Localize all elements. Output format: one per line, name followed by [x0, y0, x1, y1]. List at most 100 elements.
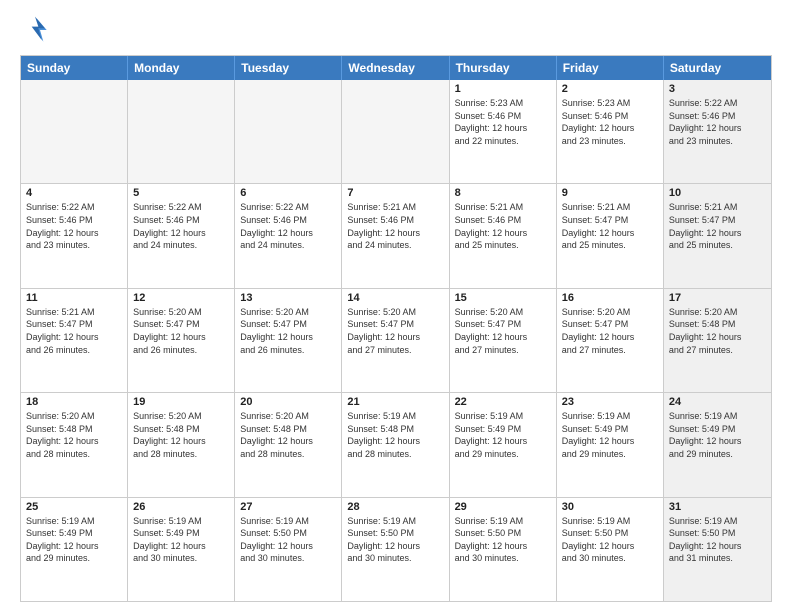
calendar-cell: 10Sunrise: 5:21 AM Sunset: 5:47 PM Dayli… [664, 184, 771, 287]
day-number: 18 [26, 396, 122, 408]
weekday-header: Friday [557, 56, 664, 80]
calendar-cell: 7 Sunrise: 5:21 AM Sunset: 5:46 PM Daylig… [342, 184, 449, 287]
calendar-cell: 3 Sunrise: 5:22 AM Sunset: 5:46 PM Daylig… [664, 80, 771, 183]
calendar-cell [128, 80, 235, 183]
cell-details: Sunrise: 5:20 AM Sunset: 5:47 PM Dayligh… [347, 306, 443, 356]
cell-details: Sunrise: 5:20 AM Sunset: 5:48 PM Dayligh… [240, 410, 336, 460]
weekday-header: Wednesday [342, 56, 449, 80]
cell-details: Sunrise: 5:20 AM Sunset: 5:47 PM Dayligh… [133, 306, 229, 356]
day-number: 3 [669, 83, 766, 95]
cell-details: Sunrise: 5:19 AM Sunset: 5:49 PM Dayligh… [669, 410, 766, 460]
day-number: 27 [240, 501, 336, 513]
cell-details: Sunrise: 5:23 AM Sunset: 5:46 PM Dayligh… [455, 97, 551, 147]
calendar-row: 11Sunrise: 5:21 AM Sunset: 5:47 PM Dayli… [21, 289, 771, 393]
logo [20, 15, 54, 45]
calendar-cell: 25 Sunrise: 5:19 AM Sunset: 5:49 PM Dayli… [21, 498, 128, 601]
cell-details: Sunrise: 5:23 AM Sunset: 5:46 PM Dayligh… [562, 97, 658, 147]
calendar-cell: 8 Sunrise: 5:21 AM Sunset: 5:46 PM Daylig… [450, 184, 557, 287]
cell-details: Sunrise: 5:21 AM Sunset: 5:47 PM Dayligh… [669, 201, 766, 251]
day-number: 31 [669, 501, 766, 513]
day-number: 2 [562, 83, 658, 95]
day-number: 21 [347, 396, 443, 408]
calendar-cell: 28Sunrise: 5:19 AM Sunset: 5:50 PM Dayli… [342, 498, 449, 601]
logo-icon [20, 15, 50, 45]
cell-details: Sunrise: 5:22 AM Sunset: 5:46 PM Dayligh… [26, 201, 122, 251]
day-number: 1 [455, 83, 551, 95]
day-number: 4 [26, 187, 122, 199]
header [20, 15, 772, 45]
weekday-header: Sunday [21, 56, 128, 80]
calendar-cell: 14Sunrise: 5:20 AM Sunset: 5:47 PM Dayli… [342, 289, 449, 392]
calendar-cell: 24 Sunrise: 5:19 AM Sunset: 5:49 PM Dayli… [664, 393, 771, 496]
cell-details: Sunrise: 5:19 AM Sunset: 5:50 PM Dayligh… [347, 515, 443, 565]
calendar-cell: 5Sunrise: 5:22 AM Sunset: 5:46 PM Daylig… [128, 184, 235, 287]
calendar-cell: 19 Sunrise: 5:20 AM Sunset: 5:48 PM Dayli… [128, 393, 235, 496]
cell-details: Sunrise: 5:21 AM Sunset: 5:46 PM Dayligh… [455, 201, 551, 251]
calendar-row: 4 Sunrise: 5:22 AM Sunset: 5:46 PM Daylig… [21, 184, 771, 288]
calendar-cell: 6 Sunrise: 5:22 AM Sunset: 5:46 PM Daylig… [235, 184, 342, 287]
calendar-header: SundayMondayTuesdayWednesdayThursdayFrid… [21, 56, 771, 80]
cell-details: Sunrise: 5:20 AM Sunset: 5:47 PM Dayligh… [455, 306, 551, 356]
weekday-header: Thursday [450, 56, 557, 80]
cell-details: Sunrise: 5:22 AM Sunset: 5:46 PM Dayligh… [669, 97, 766, 147]
calendar-cell [235, 80, 342, 183]
calendar-cell: 4 Sunrise: 5:22 AM Sunset: 5:46 PM Daylig… [21, 184, 128, 287]
calendar-cell: 20Sunrise: 5:20 AM Sunset: 5:48 PM Dayli… [235, 393, 342, 496]
day-number: 29 [455, 501, 551, 513]
day-number: 16 [562, 292, 658, 304]
calendar-cell: 27 Sunrise: 5:19 AM Sunset: 5:50 PM Dayli… [235, 498, 342, 601]
calendar-cell: 17Sunrise: 5:20 AM Sunset: 5:48 PM Dayli… [664, 289, 771, 392]
day-number: 7 [347, 187, 443, 199]
calendar-cell: 31 Sunrise: 5:19 AM Sunset: 5:50 PM Dayli… [664, 498, 771, 601]
calendar-cell: 12 Sunrise: 5:20 AM Sunset: 5:47 PM Dayli… [128, 289, 235, 392]
cell-details: Sunrise: 5:20 AM Sunset: 5:47 PM Dayligh… [562, 306, 658, 356]
calendar-cell: 29 Sunrise: 5:19 AM Sunset: 5:50 PM Dayli… [450, 498, 557, 601]
weekday-header: Tuesday [235, 56, 342, 80]
calendar-cell: 26 Sunrise: 5:19 AM Sunset: 5:49 PM Dayli… [128, 498, 235, 601]
calendar-cell [342, 80, 449, 183]
weekday-header: Monday [128, 56, 235, 80]
day-number: 15 [455, 292, 551, 304]
day-number: 23 [562, 396, 658, 408]
calendar-cell: 9Sunrise: 5:21 AM Sunset: 5:47 PM Daylig… [557, 184, 664, 287]
calendar-cell: 2 Sunrise: 5:23 AM Sunset: 5:46 PM Daylig… [557, 80, 664, 183]
calendar-row: 1 Sunrise: 5:23 AM Sunset: 5:46 PM Daylig… [21, 80, 771, 184]
calendar-cell: 21 Sunrise: 5:19 AM Sunset: 5:48 PM Dayli… [342, 393, 449, 496]
day-number: 25 [26, 501, 122, 513]
calendar-cell: 15 Sunrise: 5:20 AM Sunset: 5:47 PM Dayli… [450, 289, 557, 392]
cell-details: Sunrise: 5:19 AM Sunset: 5:50 PM Dayligh… [455, 515, 551, 565]
day-number: 30 [562, 501, 658, 513]
cell-details: Sunrise: 5:19 AM Sunset: 5:50 PM Dayligh… [240, 515, 336, 565]
cell-details: Sunrise: 5:19 AM Sunset: 5:49 PM Dayligh… [562, 410, 658, 460]
calendar-cell: 16 Sunrise: 5:20 AM Sunset: 5:47 PM Dayli… [557, 289, 664, 392]
day-number: 24 [669, 396, 766, 408]
day-number: 13 [240, 292, 336, 304]
cell-details: Sunrise: 5:20 AM Sunset: 5:48 PM Dayligh… [133, 410, 229, 460]
cell-details: Sunrise: 5:19 AM Sunset: 5:49 PM Dayligh… [26, 515, 122, 565]
cell-details: Sunrise: 5:21 AM Sunset: 5:46 PM Dayligh… [347, 201, 443, 251]
day-number: 11 [26, 292, 122, 304]
calendar-body: 1 Sunrise: 5:23 AM Sunset: 5:46 PM Daylig… [21, 80, 771, 601]
cell-details: Sunrise: 5:22 AM Sunset: 5:46 PM Dayligh… [240, 201, 336, 251]
cell-details: Sunrise: 5:19 AM Sunset: 5:50 PM Dayligh… [562, 515, 658, 565]
calendar-cell [21, 80, 128, 183]
weekday-header: Saturday [664, 56, 771, 80]
day-number: 17 [669, 292, 766, 304]
cell-details: Sunrise: 5:19 AM Sunset: 5:48 PM Dayligh… [347, 410, 443, 460]
cell-details: Sunrise: 5:19 AM Sunset: 5:50 PM Dayligh… [669, 515, 766, 565]
calendar-cell: 23 Sunrise: 5:19 AM Sunset: 5:49 PM Dayli… [557, 393, 664, 496]
day-number: 26 [133, 501, 229, 513]
day-number: 6 [240, 187, 336, 199]
calendar-cell: 13Sunrise: 5:20 AM Sunset: 5:47 PM Dayli… [235, 289, 342, 392]
day-number: 19 [133, 396, 229, 408]
day-number: 9 [562, 187, 658, 199]
day-number: 12 [133, 292, 229, 304]
day-number: 8 [455, 187, 551, 199]
cell-details: Sunrise: 5:22 AM Sunset: 5:46 PM Dayligh… [133, 201, 229, 251]
day-number: 22 [455, 396, 551, 408]
cell-details: Sunrise: 5:20 AM Sunset: 5:48 PM Dayligh… [26, 410, 122, 460]
cell-details: Sunrise: 5:19 AM Sunset: 5:49 PM Dayligh… [133, 515, 229, 565]
calendar-cell: 1 Sunrise: 5:23 AM Sunset: 5:46 PM Daylig… [450, 80, 557, 183]
calendar-row: 25 Sunrise: 5:19 AM Sunset: 5:49 PM Dayli… [21, 498, 771, 601]
calendar-cell: 18 Sunrise: 5:20 AM Sunset: 5:48 PM Dayli… [21, 393, 128, 496]
